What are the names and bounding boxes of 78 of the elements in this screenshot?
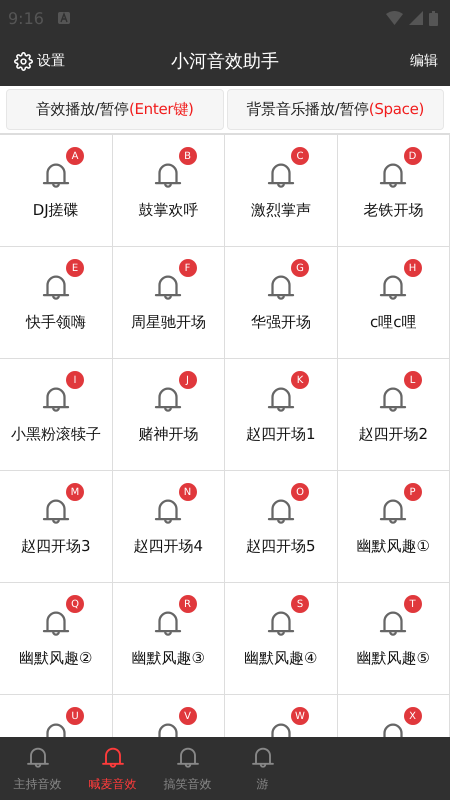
edit-button[interactable]: 编辑 xyxy=(410,52,438,70)
hotkey-badge: A xyxy=(66,147,84,165)
hotkey-badge: M xyxy=(66,483,84,501)
hotkey-badge: C xyxy=(291,147,309,165)
sound-label: DJ搓碟 xyxy=(32,201,79,220)
sound-tile[interactable]: D 老铁开场 xyxy=(338,135,450,247)
sound-tile[interactable]: R 幽默风趣③ xyxy=(112,583,225,695)
sound-label: 激烈掌声 xyxy=(250,201,311,220)
hotkey-badge: G xyxy=(291,259,309,277)
sound-label: 赌神开场 xyxy=(138,425,198,444)
hotkey-badge: B xyxy=(178,147,196,165)
playback-toggle-button[interactable]: 背景音乐播放/暂停(Space) xyxy=(226,89,444,130)
sound-tile[interactable]: J 赌神开场 xyxy=(112,359,225,471)
sound-label: 幽默风趣② xyxy=(19,649,92,668)
sound-tile[interactable]: L 赵四开场2 xyxy=(338,359,450,471)
sound-label: 赵四开场1 xyxy=(246,425,316,444)
hotkey-badge: X xyxy=(404,707,422,725)
sound-label: 小黑粉滚犊子 xyxy=(10,425,101,444)
sound-label: 赵四开场5 xyxy=(246,537,316,556)
sound-tile[interactable]: I 小黑粉滚犊子 xyxy=(0,359,112,471)
nav-tab[interactable]: 游 xyxy=(225,737,300,800)
sound-tile[interactable]: K 赵四开场1 xyxy=(225,359,338,471)
hotkey-badge: O xyxy=(291,483,309,501)
sound-tile[interactable]: E 快手领嗨 xyxy=(0,247,112,359)
hotkey-badge: R xyxy=(178,595,196,613)
hotkey-badge: E xyxy=(66,259,84,277)
sound-tile[interactable]: A DJ搓碟 xyxy=(0,135,112,247)
sound-label: 赵四开场2 xyxy=(358,425,428,444)
sound-tile[interactable]: Q 幽默风趣② xyxy=(0,583,112,695)
app-title: 小河音效助手 xyxy=(171,50,279,73)
sound-tile[interactable]: M 赵四开场3 xyxy=(0,471,112,583)
hotkey-badge: Q xyxy=(66,595,84,613)
sound-label: 鼓掌欢呼 xyxy=(138,201,198,220)
hotkey-badge: H xyxy=(404,259,422,277)
battery-icon xyxy=(429,10,438,26)
sound-label: c哩c哩 xyxy=(370,313,416,332)
settings-button[interactable]: 设置 xyxy=(14,52,65,70)
notification-icon xyxy=(58,12,70,24)
sound-tile[interactable]: S 幽默风趣④ xyxy=(225,583,338,695)
hotkey-badge: P xyxy=(404,483,422,501)
sound-tile[interactable]: T 幽默风趣⑤ xyxy=(338,583,450,695)
hotkey-badge: J xyxy=(178,371,196,389)
sound-tile[interactable]: H c哩c哩 xyxy=(338,247,450,359)
nav-tab[interactable]: 搞笑音效 xyxy=(150,737,225,800)
sound-tile[interactable]: P 幽默风趣① xyxy=(338,471,450,583)
sound-tile[interactable]: B 鼓掌欢呼 xyxy=(112,135,225,247)
hotkey-badge: I xyxy=(66,371,84,389)
sound-label: 幽默风趣① xyxy=(356,537,430,556)
settings-icon xyxy=(14,52,33,70)
hotkey-badge: U xyxy=(66,707,84,725)
hotkey-badge: D xyxy=(404,147,422,165)
hotkey-badge: T xyxy=(404,595,422,613)
sound-tile[interactable]: O 赵四开场5 xyxy=(225,471,338,583)
signal-icon xyxy=(409,11,423,25)
sound-label: 幽默风趣③ xyxy=(132,649,205,668)
sound-tile[interactable]: C 激烈掌声 xyxy=(225,135,338,247)
nav-tab[interactable]: 主持音效 xyxy=(0,737,75,800)
hotkey-badge: V xyxy=(178,707,196,725)
sound-tile[interactable]: G 华强开场 xyxy=(225,247,338,359)
wifi-icon xyxy=(386,11,403,25)
sound-label: 老铁开场 xyxy=(363,201,424,220)
sound-label: 快手领嗨 xyxy=(26,313,86,332)
sound-label: 赵四开场4 xyxy=(133,537,204,556)
sound-label: 华强开场 xyxy=(250,313,311,332)
sound-label: 周星驰开场 xyxy=(130,313,206,332)
playback-toggle-button[interactable]: 音效播放/暂停(Enter键) xyxy=(6,89,224,130)
hotkey-badge: N xyxy=(178,483,196,501)
sound-label: 幽默风趣④ xyxy=(244,649,318,668)
hotkey-badge: S xyxy=(291,595,309,613)
nav-tab[interactable]: 喊麦音效 xyxy=(75,737,150,800)
sound-label: 赵四开场3 xyxy=(20,537,91,556)
hotkey-badge: W xyxy=(291,707,309,725)
sound-tile[interactable]: N 赵四开场4 xyxy=(112,471,225,583)
sound-label: 幽默风趣⑤ xyxy=(356,649,430,668)
hotkey-badge: F xyxy=(178,259,196,277)
hotkey-badge: L xyxy=(404,371,422,389)
hotkey-badge: K xyxy=(291,371,309,389)
sound-tile[interactable]: F 周星驰开场 xyxy=(112,247,225,359)
